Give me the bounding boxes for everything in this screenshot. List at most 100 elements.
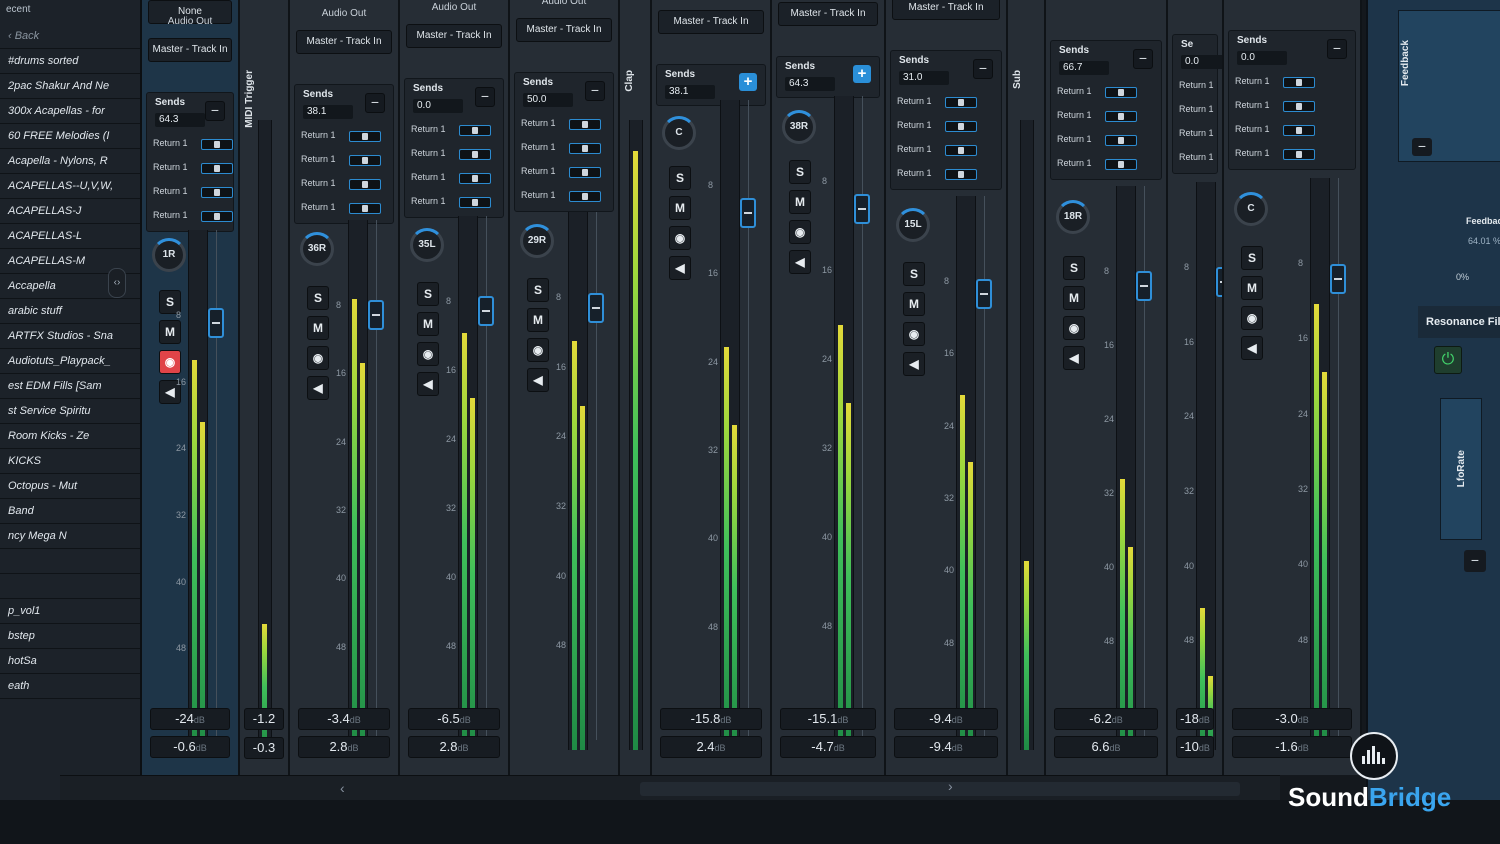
send-slider-handle[interactable]: [582, 193, 588, 200]
record-arm-button[interactable]: ◉: [1241, 306, 1263, 330]
output-select[interactable]: Master - Track In: [516, 18, 612, 42]
send-row[interactable]: Return 1: [1235, 97, 1349, 115]
send-level-slider[interactable]: [1283, 77, 1315, 88]
solo-button[interactable]: S: [1063, 256, 1085, 280]
record-arm-button[interactable]: ◉: [417, 342, 439, 366]
pan-knob[interactable]: 18R: [1056, 200, 1090, 234]
sends-value[interactable]: 38.1: [665, 85, 715, 99]
collapse-sends-button[interactable]: −: [1133, 49, 1153, 69]
mute-button[interactable]: M: [159, 320, 181, 344]
output-select[interactable]: Master - Track In: [892, 0, 1000, 20]
library-item[interactable]: [0, 574, 140, 599]
sends-value[interactable]: 0.0: [1237, 51, 1287, 65]
send-slider-handle[interactable]: [362, 205, 368, 212]
library-item[interactable]: est EDM Fills [Sam: [0, 374, 140, 399]
mixer-strip-1[interactable]: None Audio Out Master - Track In Sends 64.3−…: [142, 0, 240, 775]
sends-value[interactable]: 31.0: [899, 71, 949, 85]
fader-track[interactable]: [1144, 186, 1145, 740]
send-level-slider[interactable]: [349, 203, 381, 214]
sends-value[interactable]: 0.0: [1181, 55, 1222, 69]
pan-knob[interactable]: 38R: [782, 110, 816, 144]
mixer-strip-5[interactable]: Audio Out Master - Track In Sends 50.0− Retu…: [510, 0, 620, 775]
mute-button[interactable]: M: [527, 308, 549, 332]
record-arm-button[interactable]: ◉: [789, 220, 811, 244]
send-row[interactable]: Return 1: [897, 117, 995, 135]
pan-knob[interactable]: 15L: [896, 208, 930, 242]
mixer-strip-10[interactable]: Sub: [1008, 0, 1046, 775]
send-slider-handle[interactable]: [214, 189, 220, 196]
send-slider-handle[interactable]: [1118, 113, 1124, 120]
send-slider-handle[interactable]: [362, 133, 368, 140]
send-row[interactable]: Return 1: [301, 199, 387, 217]
volume-fader-handle[interactable]: [854, 194, 870, 224]
send-level-slider[interactable]: [945, 121, 977, 132]
send-row[interactable]: Return 1: [301, 175, 387, 193]
library-item[interactable]: eath: [0, 674, 140, 699]
library-item[interactable]: [0, 549, 140, 574]
send-row[interactable]: Return 1: [1057, 83, 1155, 101]
send-slider-handle[interactable]: [362, 181, 368, 188]
library-item[interactable]: ncy Mega N: [0, 524, 140, 549]
send-row[interactable]: Return 1: [153, 207, 233, 225]
collapse-sends-button[interactable]: −: [973, 59, 993, 79]
volume-fader-handle[interactable]: [588, 293, 604, 323]
send-slider-handle[interactable]: [472, 175, 478, 182]
volume-readout[interactable]: -6.5dB: [408, 708, 500, 730]
send-row[interactable]: Return 1: [521, 187, 607, 205]
send-slider-handle[interactable]: [958, 171, 964, 178]
monitor-speaker-icon[interactable]: ◀: [669, 256, 691, 280]
mixer-strip-12[interactable]: Se 0.0 Return 1 Return 1 Return 1 Return 1 8 16…: [1168, 0, 1224, 775]
collapse-sends-button[interactable]: −: [585, 81, 605, 101]
send-slider-handle[interactable]: [472, 199, 478, 206]
send-level-slider[interactable]: [1283, 125, 1315, 136]
power-icon[interactable]: ⏻: [1434, 346, 1462, 374]
pan-knob[interactable]: 29R: [520, 224, 554, 258]
library-item[interactable]: ACAPELLAS--U,V,W,: [0, 174, 140, 199]
volume-readout[interactable]: -1.2: [244, 708, 284, 730]
mixer-strip-7[interactable]: Master - Track In Sends 38.1 + C S M ◉ ◀ 8 16 24 32 4…: [652, 0, 772, 775]
fader-track[interactable]: [486, 216, 487, 740]
mixer-strip-2[interactable]: MIDI Trigger -1.2 -0.3: [240, 0, 290, 775]
sends-value[interactable]: 66.7: [1059, 61, 1109, 75]
solo-button[interactable]: S: [527, 278, 549, 302]
pan-knob[interactable]: C: [662, 116, 696, 150]
send-row[interactable]: Return 1: [1057, 107, 1155, 125]
library-item[interactable]: Octopus - Mut: [0, 474, 140, 499]
send-level-slider[interactable]: [945, 145, 977, 156]
volume-readout[interactable]: -3.4dB: [298, 708, 390, 730]
sends-value[interactable]: 38.1: [303, 105, 353, 119]
library-item[interactable]: Audiotuts_Playpack_: [0, 349, 140, 374]
send-slider-handle[interactable]: [1118, 89, 1124, 96]
record-arm-button[interactable]: ◉: [669, 226, 691, 250]
send-slider-handle[interactable]: [958, 99, 964, 106]
send-row[interactable]: Return 1: [1057, 131, 1155, 149]
send-level-slider[interactable]: [1283, 149, 1315, 160]
send-row[interactable]: Return 1: [301, 127, 387, 145]
send-slider-handle[interactable]: [1296, 103, 1302, 110]
send-row[interactable]: Return 1: [1179, 101, 1214, 119]
fader-track[interactable]: [984, 196, 985, 740]
library-item[interactable]: p_vol1: [0, 599, 140, 624]
mute-button[interactable]: M: [669, 196, 691, 220]
mute-button[interactable]: M: [1241, 276, 1263, 300]
send-slider-handle[interactable]: [214, 213, 220, 220]
library-item[interactable]: 2pac Shakur And Ne: [0, 74, 140, 99]
mute-button[interactable]: M: [1063, 286, 1085, 310]
send-slider-handle[interactable]: [582, 121, 588, 128]
send-row[interactable]: Return 1: [1235, 73, 1349, 91]
monitor-speaker-icon[interactable]: ◀: [1063, 346, 1085, 370]
send-slider-handle[interactable]: [958, 147, 964, 154]
mixer-strip-9[interactable]: Master - Track In Sends 31.0 − Return 1 Retur…: [886, 0, 1008, 775]
library-item[interactable]: Acapella - Nylons, R: [0, 149, 140, 174]
mute-button[interactable]: M: [307, 316, 329, 340]
collapse-sends-button[interactable]: −: [1327, 39, 1347, 59]
solo-button[interactable]: S: [789, 160, 811, 184]
peak-readout[interactable]: -0.3: [244, 737, 284, 759]
send-row[interactable]: Return 1: [1235, 121, 1349, 139]
send-level-slider[interactable]: [945, 97, 977, 108]
mute-button[interactable]: M: [789, 190, 811, 214]
mixer-strip-6[interactable]: Clap: [620, 0, 652, 775]
send-row[interactable]: Return 1: [411, 145, 497, 163]
send-slider-handle[interactable]: [1296, 79, 1302, 86]
library-back-button[interactable]: ‹ Back: [0, 24, 140, 49]
